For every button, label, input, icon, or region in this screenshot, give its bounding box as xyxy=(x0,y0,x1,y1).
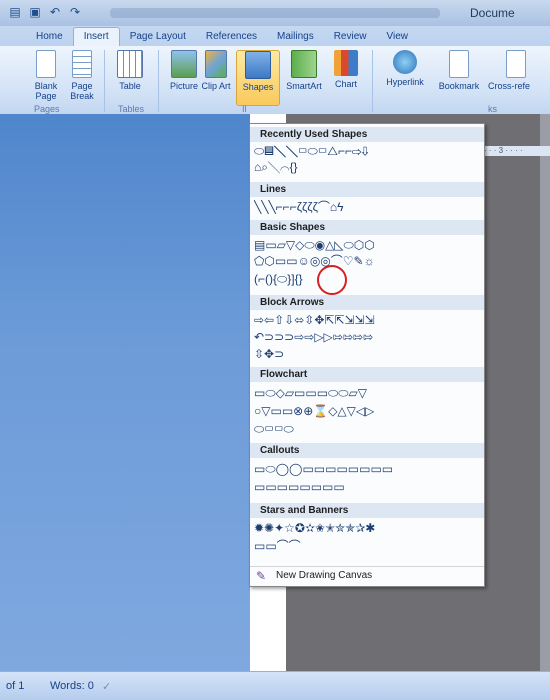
shape-row-recent-1[interactable]: ⬭▤╲╲▭⬭▭△⌐⌐⇨⇩ xyxy=(254,144,482,158)
tab-review[interactable]: Review xyxy=(324,28,377,46)
proofing-check-icon[interactable]: ✓ xyxy=(102,680,111,693)
shapes-label: Shapes xyxy=(242,82,274,92)
shape-row-flowchart-1[interactable]: ▭⬭◇▱▭▭▭⬭⬭▱▽ xyxy=(254,386,482,400)
shape-row-flowchart-3[interactable]: ⬭▭▭⬭ xyxy=(254,422,482,436)
tab-page-layout[interactable]: Page Layout xyxy=(120,28,196,46)
clip-art-icon xyxy=(205,50,227,78)
bookmark-icon xyxy=(449,50,469,78)
section-block-arrows: Block Arrows xyxy=(250,295,484,310)
chart-icon xyxy=(334,50,358,76)
clip-art-button[interactable]: Clip Art xyxy=(200,50,232,91)
tab-view[interactable]: View xyxy=(377,28,419,46)
shape-row-stars-2[interactable]: ▭▭⌒⌒ xyxy=(254,539,482,553)
shape-row-basic-1[interactable]: ▤▭▱▽◇⬭◉△◺⬭⬡⬡ xyxy=(254,238,482,252)
picture-label: Picture xyxy=(169,81,198,91)
clip-art-label: Clip Art xyxy=(201,81,231,91)
cross-reference-button[interactable]: Cross-refe xyxy=(488,50,550,91)
smartart-button[interactable]: SmartArt xyxy=(282,50,326,91)
shape-row-basic-2[interactable]: ⬠⬡▭▭☺◎◎⌒♡✎☼ xyxy=(254,254,482,268)
page-break-button[interactable]: Page Break xyxy=(60,50,104,101)
group-separator xyxy=(104,50,105,112)
group-label-pages: Pages xyxy=(34,104,60,114)
page-count[interactable]: of 1 xyxy=(6,680,24,692)
title-bar: ▤ ▣ ↶ ↷ Docume xyxy=(0,0,550,26)
shape-row-stars-1[interactable]: ✹✺✦☆✪✫✬✭✮✯✰✱ xyxy=(254,521,482,535)
ribbon-tabs: Home Insert Page Layout References Maili… xyxy=(0,26,550,46)
shape-row-arrows-2[interactable]: ↶⊃⊃⊃⇨⇨▷▷⇰⇰⇰⇰ xyxy=(254,330,482,344)
tab-home[interactable]: Home xyxy=(26,28,73,46)
blank-page-icon xyxy=(36,50,56,78)
hyperlink-label: Hyperlink xyxy=(386,77,424,87)
redo-icon[interactable]: ↷ xyxy=(68,5,82,19)
shapes-icon xyxy=(245,51,271,79)
hyperlink-globe-icon xyxy=(393,50,417,74)
blank-page-label: Blank Page xyxy=(34,81,58,101)
window-title: Docume xyxy=(470,6,515,20)
group-separator xyxy=(158,50,159,112)
undo-icon[interactable]: ↶ xyxy=(48,5,62,19)
shape-row-callouts-1[interactable]: ▭⬭◯◯▭▭▭▭▭▭▭▭ xyxy=(254,462,482,476)
shape-row-arrows-1[interactable]: ⇨⇦⇧⇩⬄⇳✥⇱⇱⇲⇲⇲ xyxy=(254,313,482,327)
bookmark-label: Bookmark xyxy=(438,81,480,91)
drawing-canvas-icon: ✎ xyxy=(256,569,267,583)
table-icon xyxy=(117,50,143,78)
page-break-icon xyxy=(72,50,92,78)
tab-references[interactable]: References xyxy=(196,28,267,46)
section-recently-used-shapes: Recently Used Shapes xyxy=(250,127,484,142)
shape-row-basic-3[interactable]: (⌐(){⬭}]{} xyxy=(254,272,482,286)
word-count[interactable]: Words: 0 xyxy=(50,680,94,692)
shapes-dropdown-menu: Recently Used Shapes ⬭▤╲╲▭⬭▭△⌐⌐⇨⇩ ⌂⌕╲⌒{}… xyxy=(249,123,485,587)
shapes-button[interactable]: Shapes xyxy=(236,50,280,106)
smartart-icon xyxy=(291,50,317,78)
page-break-label: Page Break xyxy=(70,81,94,101)
horizontal-ruler: · · · 3 · · · · xyxy=(480,146,550,156)
smartart-label: SmartArt xyxy=(286,81,322,91)
chart-label: Chart xyxy=(334,79,357,89)
tab-mailings[interactable]: Mailings xyxy=(267,28,324,46)
shape-row-lines-1[interactable]: ╲╲╲⌐⌐⌐ζζζζ⌒⌂ϟ xyxy=(254,200,482,214)
save-icon[interactable]: ▣ xyxy=(28,5,42,19)
vertical-scrollbar[interactable] xyxy=(540,114,550,671)
section-flowchart: Flowchart xyxy=(250,367,484,382)
word-logo-icon[interactable]: ▤ xyxy=(8,5,22,19)
new-drawing-canvas-label: New Drawing Canvas xyxy=(276,570,373,581)
shape-row-arrows-3[interactable]: ⇳✥⊃ xyxy=(254,347,482,361)
shape-row-recent-2[interactable]: ⌂⌕╲⌒{} xyxy=(254,160,482,174)
bookmark-button[interactable]: Bookmark xyxy=(434,50,484,91)
group-label-illustrations: Il xyxy=(242,104,247,114)
quick-access-toolbar: ▤ ▣ ↶ ↷ xyxy=(8,5,82,19)
chart-button[interactable]: Chart xyxy=(328,50,364,89)
table-label: Table xyxy=(119,81,141,91)
group-separator xyxy=(372,50,373,112)
picture-icon xyxy=(171,50,197,78)
hyperlink-button[interactable]: Hyperlink xyxy=(378,50,432,87)
section-callouts: Callouts xyxy=(250,443,484,458)
shape-row-flowchart-2[interactable]: ○▽▭▭⊗⊕⌛◇△▽◁▷ xyxy=(254,404,482,418)
document-background-left xyxy=(0,114,250,671)
new-drawing-canvas-item[interactable]: ✎ New Drawing Canvas xyxy=(250,566,484,585)
ribbon: Blank Page Page Break Table Picture Clip… xyxy=(0,46,550,115)
shape-row-callouts-2[interactable]: ▭▭▭▭▭▭▭▭ xyxy=(254,480,482,494)
group-label-links: ks xyxy=(488,104,497,114)
blurred-title-region xyxy=(110,8,440,18)
table-button[interactable]: Table xyxy=(108,50,152,91)
tab-insert[interactable]: Insert xyxy=(72,27,120,46)
cross-reference-icon xyxy=(506,50,526,78)
group-label-tables: Tables xyxy=(118,104,145,114)
section-basic-shapes: Basic Shapes xyxy=(250,220,484,235)
red-circle-annotation xyxy=(317,265,347,295)
cross-reference-label: Cross-refe xyxy=(488,81,531,91)
section-lines: Lines xyxy=(250,182,484,197)
section-stars-and-banners: Stars and Banners xyxy=(250,503,484,518)
status-bar: of 1 Words: 0 ✓ xyxy=(0,671,550,700)
